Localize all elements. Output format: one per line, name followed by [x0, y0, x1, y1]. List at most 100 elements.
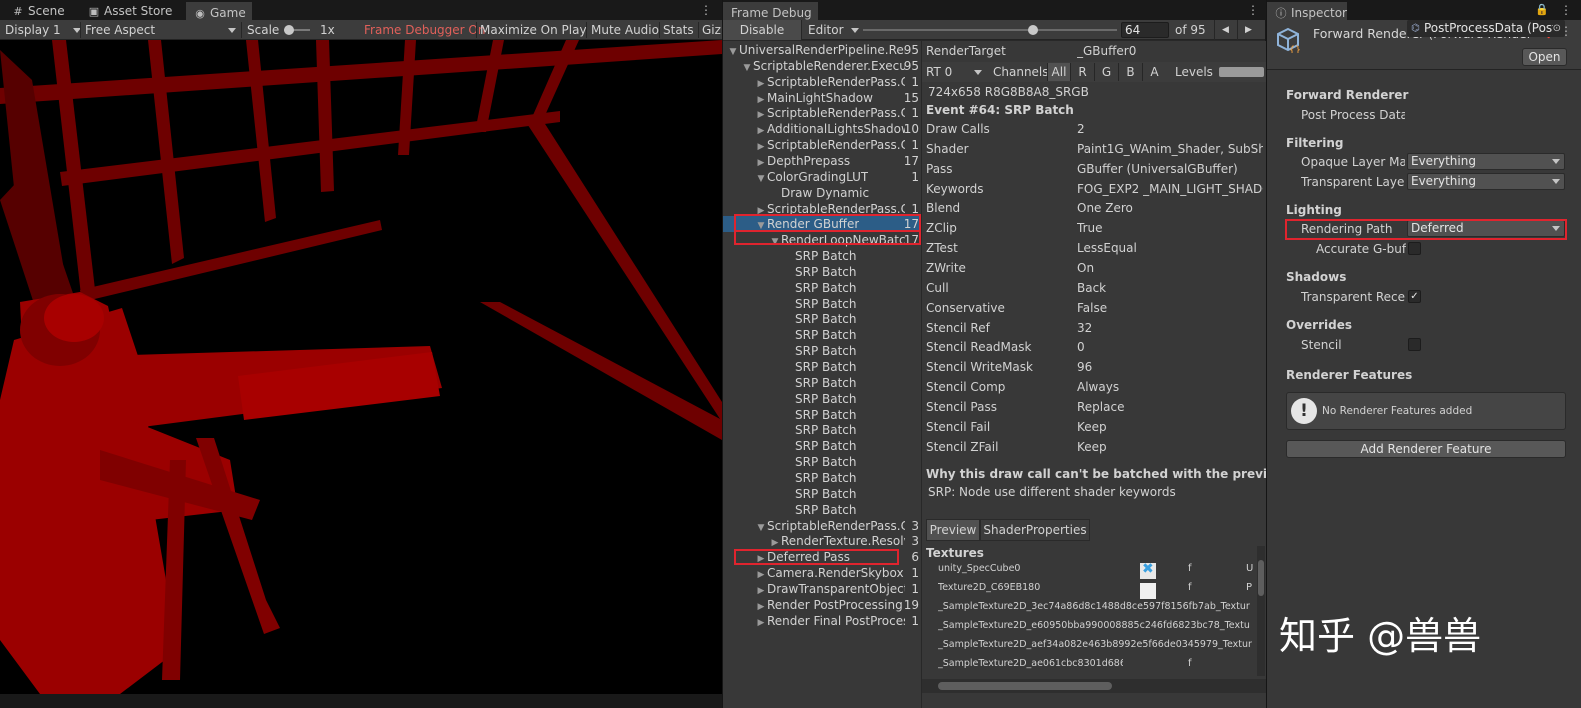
channel-b-button[interactable]: B	[1118, 63, 1142, 81]
tree-row-count: 3	[911, 518, 919, 533]
tree-row[interactable]: Draw Dynamic	[723, 185, 921, 201]
channel-r-button[interactable]: R	[1070, 63, 1094, 81]
tree-row[interactable]: ▶ DrawTransparentObjects 1	[723, 581, 921, 597]
tree-row[interactable]: ▼ RenderLoopNewBatc 17	[723, 232, 921, 248]
property-key: Pass	[926, 161, 953, 176]
tab-asset-store[interactable]: ▣ Asset Store	[80, 2, 178, 20]
kebab-menu-icon[interactable]: ⋮	[700, 3, 712, 17]
tab-scene[interactable]: # Scene	[4, 2, 71, 20]
tree-row[interactable]: SRP Batch	[723, 327, 921, 343]
kebab-menu-icon[interactable]: ⋮	[1560, 3, 1572, 17]
scrollbar-thumb[interactable]	[1258, 560, 1264, 596]
tree-row[interactable]: ▶ ScriptableRenderPass.Co 1	[723, 137, 921, 153]
scrollbar-thumb[interactable]	[938, 682, 1112, 690]
texture-name[interactable]: _SampleTexture2D_aef34a082e463b8992e5f66…	[938, 639, 1252, 650]
tab-game[interactable]: ◉ Game	[186, 2, 252, 20]
gizmos-toggle[interactable]: Giz	[702, 20, 722, 40]
event-total: of 95	[1175, 23, 1206, 37]
post-process-field[interactable]: ⌬ PostProcessData (Post ⊙	[1407, 20, 1565, 37]
opaque-layer-dropdown[interactable]: Everything	[1407, 153, 1565, 170]
game-viewport[interactable]	[0, 40, 722, 694]
event-slider-track[interactable]	[863, 29, 1117, 31]
next-event-icon[interactable]: ▶	[1237, 20, 1259, 40]
open-button[interactable]: Open	[1522, 48, 1567, 66]
tree-row[interactable]: SRP Batch	[723, 248, 921, 264]
stats-toggle[interactable]: Stats	[663, 20, 694, 40]
lock-icon[interactable]: 🔒	[1535, 3, 1549, 16]
display-dropdown[interactable]: Display 1	[5, 20, 81, 40]
tree-row[interactable]: ▼ ScriptableRenderer.Execut 95	[723, 58, 921, 74]
tree-row[interactable]: ▶ RenderTexture.Resolve 3	[723, 533, 921, 549]
tree-row[interactable]: ▶ Render Final PostProcess 1	[723, 613, 921, 629]
disable-button[interactable]: Disable	[723, 20, 802, 40]
tree-row[interactable]: SRP Batch	[723, 470, 921, 486]
tree-row[interactable]: SRP Batch	[723, 264, 921, 280]
texture-name[interactable]: Texture2D_C69EB180	[938, 582, 1123, 593]
tree-row[interactable]: ▶ Render PostProcessing I 19	[723, 597, 921, 613]
tab-shader-properties[interactable]: ShaderProperties	[980, 519, 1090, 541]
channel-all-button[interactable]: All	[1047, 63, 1070, 81]
tree-row[interactable]: SRP Batch	[723, 486, 921, 502]
transparent-layer-dropdown[interactable]: Everything	[1407, 173, 1565, 190]
tree-row[interactable]: ▼ ScriptableRenderPass.Co 3	[723, 518, 921, 534]
tree-row[interactable]: SRP Batch	[723, 438, 921, 454]
tree-row-count: 17	[903, 217, 919, 232]
tree-row[interactable]: ▶ ScriptableRenderPass.Co 1	[723, 105, 921, 121]
texture-name[interactable]: unity_SpecCube0	[938, 563, 1123, 574]
tree-row[interactable]: SRP Batch	[723, 311, 921, 327]
tree-row[interactable]: SRP Batch	[723, 422, 921, 438]
tree-row[interactable]: ▶ MainLightShadow 15	[723, 90, 921, 106]
accurate-gbuffer-checkbox[interactable]	[1408, 242, 1421, 255]
add-renderer-feature-button[interactable]: Add Renderer Feature	[1286, 440, 1566, 458]
tree-row[interactable]: ▶ ScriptableRenderPass.Co 1	[723, 201, 921, 217]
tree-row[interactable]: SRP Batch	[723, 296, 921, 312]
tree-row[interactable]: SRP Batch	[723, 502, 921, 518]
event-tree: ▼ UniversalRenderPipeline.Ren 95 ▼ Scriptabl…	[723, 41, 921, 708]
kebab-menu-icon[interactable]: ⋮	[1247, 3, 1259, 17]
tree-row[interactable]: SRP Batch	[723, 391, 921, 407]
collapse-arrow-icon[interactable]: ▶	[755, 615, 767, 631]
target-picker-icon[interactable]: ⊙	[1552, 21, 1561, 36]
rt-dropdown[interactable]: RT 0	[924, 63, 986, 81]
tab-frame-debug[interactable]: Frame Debug	[723, 2, 818, 20]
tree-row[interactable]: SRP Batch	[723, 375, 921, 391]
channel-a-button[interactable]: A	[1142, 63, 1166, 81]
scale-slider-thumb[interactable]	[284, 25, 294, 35]
texture-name[interactable]: _SampleTexture2D_e60950bba990008885c246f…	[938, 620, 1252, 631]
texture-name[interactable]: _SampleTexture2D_3ec74a86d8c1488d8ce597f…	[938, 601, 1252, 612]
transparent-receive-checkbox[interactable]: ✓	[1408, 290, 1421, 303]
tree-row[interactable]: ▼ Render GBuffer 17	[723, 216, 921, 233]
rendering-path-dropdown[interactable]: Deferred	[1407, 220, 1565, 237]
tab-inspector[interactable]: ⓘ Inspector	[1267, 2, 1347, 20]
tree-row[interactable]: SRP Batch	[723, 454, 921, 470]
mode-dropdown[interactable]: Editor	[808, 20, 860, 40]
tree-row[interactable]: SRP Batch	[723, 280, 921, 296]
prev-event-icon[interactable]: ◀	[1214, 20, 1236, 40]
tree-row[interactable]: SRP Batch	[723, 407, 921, 423]
tree-row[interactable]: ▶ Camera.RenderSkybox 1	[723, 565, 921, 581]
frame-debugger-toggle[interactable]: Frame Debugger On	[364, 20, 485, 40]
stencil-checkbox[interactable]	[1408, 338, 1421, 351]
event-index-field[interactable]: 64	[1121, 22, 1169, 38]
tree-row[interactable]: ▶ AdditionalLightsShadow 10	[723, 121, 921, 137]
tree-row[interactable]: ▶ ScriptableRenderPass.Co 1	[723, 74, 921, 90]
tree-row[interactable]: ▶ Deferred Pass 6	[723, 549, 921, 565]
render-target-value[interactable]: _GBuffer0	[1077, 44, 1263, 58]
tree-row[interactable]: ▶ DepthPrepass 17	[723, 153, 921, 169]
levels-slider[interactable]	[1219, 67, 1264, 77]
event-slider-thumb[interactable]	[1028, 25, 1039, 35]
mute-audio-toggle[interactable]: Mute Audio	[591, 20, 659, 40]
property-key: Blend	[926, 201, 961, 216]
texture-name[interactable]: _SampleTexture2D_ae061cbc8301d686a4cbfc6…	[938, 658, 1123, 669]
scale-label: Scale	[247, 23, 280, 37]
tree-row[interactable]: SRP Batch	[723, 359, 921, 375]
tree-row[interactable]: SRP Batch	[723, 343, 921, 359]
textures-scrollbar[interactable]	[1257, 546, 1265, 676]
aspect-dropdown[interactable]: Free Aspect	[85, 20, 240, 40]
horizontal-scrollbar[interactable]	[922, 679, 1266, 693]
tree-row[interactable]: ▼ UniversalRenderPipeline.Ren 95	[723, 42, 921, 58]
channel-g-button[interactable]: G	[1094, 63, 1118, 81]
tab-preview[interactable]: Preview	[926, 519, 980, 541]
tree-row[interactable]: ▼ ColorGradingLUT 1	[723, 169, 921, 185]
maximize-on-play-toggle[interactable]: Maximize On Play	[480, 20, 587, 40]
